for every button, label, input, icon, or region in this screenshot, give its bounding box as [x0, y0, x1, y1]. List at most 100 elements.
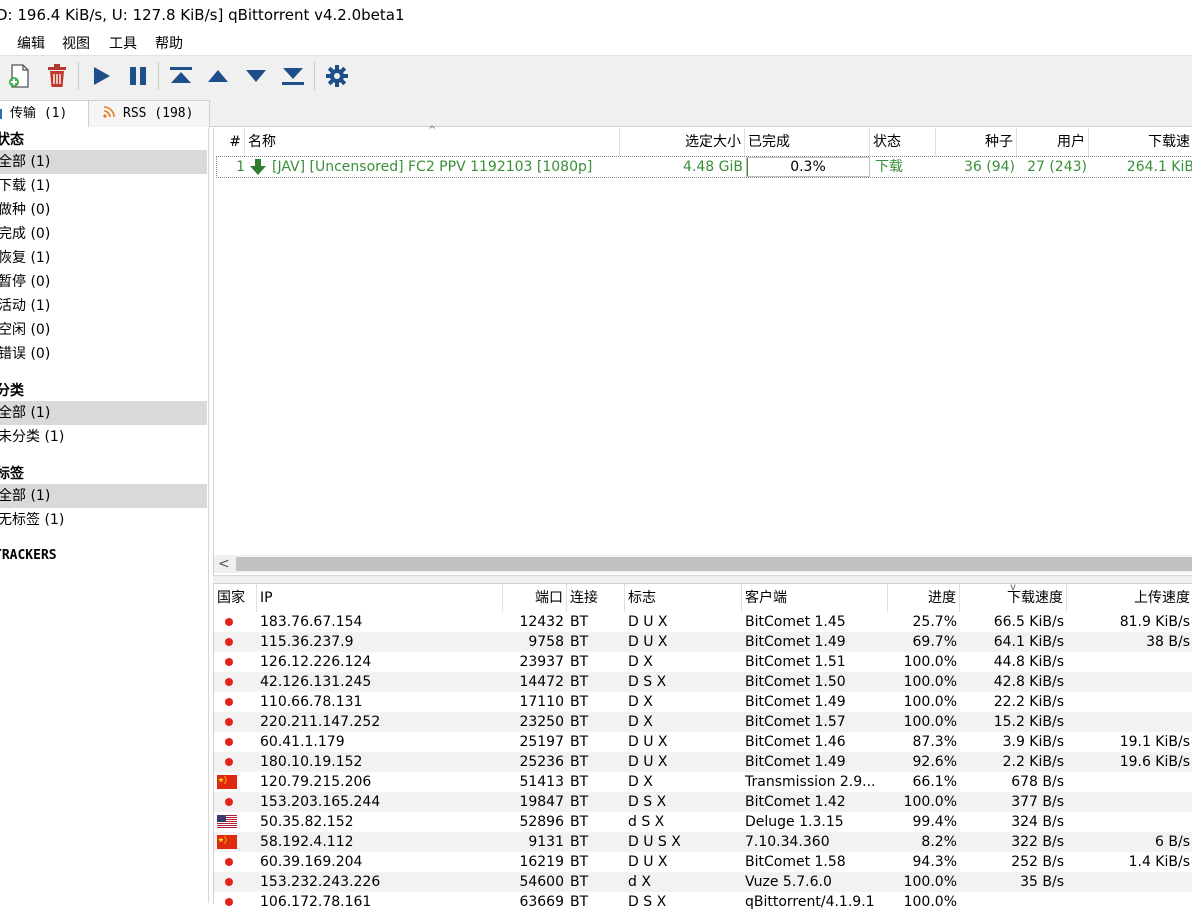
move-bottom-icon[interactable]: [279, 62, 307, 90]
peer-ip: 60.41.1.179: [260, 734, 345, 750]
options-gear-icon[interactable]: [323, 62, 351, 90]
peer-row[interactable]: 110.66.78.131 17110 BT D X BitComet 1.49 100.…: [214, 692, 1192, 712]
peer-connection: BT: [570, 794, 589, 810]
peer-row[interactable]: 42.126.131.245 14472 BT D S X BitComet 1.50 1…: [214, 672, 1192, 692]
column-header-port[interactable]: 端口: [503, 584, 567, 612]
peer-progress: 8.2%: [921, 834, 957, 850]
peer-progress: 100.0%: [903, 894, 957, 910]
peer-row[interactable]: 60.39.169.204 16219 BT D U X BitComet 1.58 94…: [214, 852, 1192, 872]
column-header-size[interactable]: 选定大小: [620, 128, 745, 156]
peer-row[interactable]: 58.192.4.112 9131 BT D U S X 7.10.34.360 8.2%…: [214, 832, 1192, 852]
peers-panel: 国家 IP 端口 连接 标志 客户端 进度 v 下载速度 上传速度 183.76…: [213, 582, 1192, 910]
peer-upload-speed: [1067, 652, 1192, 672]
peer-client: BitComet 1.51: [745, 654, 846, 670]
status-filter-active[interactable]: 活动 (1): [0, 294, 207, 318]
peer-row[interactable]: 126.12.226.124 23937 BT D X BitComet 1.51 100…: [214, 652, 1192, 672]
peer-port: 23937: [519, 654, 564, 670]
peer-row[interactable]: 115.36.237.9 9758 BT D U X BitComet 1.49 69.7…: [214, 632, 1192, 652]
column-header-connection[interactable]: 连接: [567, 584, 625, 612]
peer-download-speed: 2.2 KiB/s: [1002, 754, 1064, 770]
peer-ip: 60.39.169.204: [260, 854, 363, 870]
column-header-ip[interactable]: IP: [257, 584, 503, 612]
scroll-left-icon[interactable]: <: [218, 555, 230, 573]
status-filter-completed[interactable]: 完成 (0): [0, 222, 207, 246]
resume-icon[interactable]: [87, 62, 115, 90]
downloading-arrow-icon: [250, 159, 266, 175]
menu-bar: ‖ 编辑 视图 工具 帮助: [0, 30, 1192, 54]
peer-row[interactable]: 183.76.67.154 12432 BT D U X BitComet 1.45 25…: [214, 612, 1192, 632]
column-header-flags[interactable]: 标志: [625, 584, 742, 612]
horizontal-scrollbar[interactable]: <: [214, 555, 1192, 573]
peer-download-speed: 324 B/s: [1011, 814, 1064, 830]
column-header-number[interactable]: #: [214, 128, 245, 156]
peer-row[interactable]: 153.203.165.244 19847 BT D S X BitComet 1.42…: [214, 792, 1192, 812]
tag-filter-all[interactable]: 全部 (1): [0, 484, 207, 508]
peer-download-speed: 252 B/s: [1011, 854, 1064, 870]
column-header-download-speed[interactable]: 下载速: [1089, 128, 1192, 156]
column-header-status[interactable]: 状态: [870, 128, 936, 156]
peer-client: BitComet 1.42: [745, 794, 846, 810]
menu-help[interactable]: 帮助: [155, 33, 183, 53]
add-torrent-file-icon[interactable]: [6, 62, 34, 90]
status-filter-seeding[interactable]: 做种 (0): [0, 198, 207, 222]
move-top-icon[interactable]: [167, 62, 195, 90]
pause-icon[interactable]: [124, 62, 152, 90]
torrent-row[interactable]: 1 [JAV] [Uncensored] FC2 PPV 1192103 [10…: [216, 156, 1192, 178]
status-filter-inactive[interactable]: 空闲 (0): [0, 318, 207, 342]
peer-row[interactable]: 106.172.78.161 63669 BT D S X qBittorrent/4.…: [214, 892, 1192, 912]
peer-ip: 58.192.4.112: [260, 834, 354, 850]
status-filter-resumed[interactable]: 恢复 (1): [0, 246, 207, 270]
peer-connection: BT: [570, 734, 589, 750]
column-header-peer-download-speed[interactable]: 下载速度: [960, 584, 1067, 612]
toolbar: [0, 55, 1192, 97]
trackers-heading[interactable]: TRACKERS: [0, 548, 57, 563]
peer-row[interactable]: 120.79.215.206 51413 BT D X Transmission 2.9…: [214, 772, 1192, 792]
peer-upload-speed: [1067, 712, 1192, 732]
peer-port: 9131: [528, 834, 564, 850]
status-filter-errored[interactable]: 错误 (0): [0, 342, 207, 366]
peer-port: 54600: [519, 874, 564, 890]
move-down-icon[interactable]: [242, 62, 270, 90]
country-unknown-flag-icon: [225, 798, 233, 806]
torrent-progress-text: 0.3%: [790, 159, 826, 175]
column-header-peer-progress[interactable]: 进度: [888, 584, 960, 612]
tag-filter-untagged[interactable]: 无标签 (1): [0, 508, 207, 532]
peer-row[interactable]: 153.232.243.226 54600 BT d X Vuze 5.7.6.0 100…: [214, 872, 1192, 892]
move-up-icon[interactable]: [204, 62, 232, 90]
status-filter-all[interactable]: 全部 (1): [0, 150, 207, 174]
peer-row[interactable]: 60.41.1.179 25197 BT D U X BitComet 1.46 87.3…: [214, 732, 1192, 752]
column-header-seeds[interactable]: 种子: [936, 128, 1017, 156]
peer-client: BitComet 1.49: [745, 694, 846, 710]
column-header-peer-upload-speed[interactable]: 上传速度: [1067, 584, 1192, 612]
tab-rss[interactable]: RSS (198): [88, 100, 210, 127]
menu-tools[interactable]: 工具: [109, 33, 137, 53]
status-filter-downloading[interactable]: 下载 (1): [0, 174, 207, 198]
category-filter-all[interactable]: 全部 (1): [0, 401, 207, 425]
peer-client: BitComet 1.46: [745, 734, 846, 750]
peer-connection: BT: [570, 774, 589, 790]
status-filter-paused[interactable]: 暂停 (0): [0, 270, 207, 294]
column-header-progress[interactable]: 已完成: [745, 128, 870, 156]
delete-icon[interactable]: [43, 62, 71, 90]
torrent-number: 1: [236, 159, 245, 175]
peer-progress: 100.0%: [903, 674, 957, 690]
peer-row[interactable]: 220.211.147.252 23250 BT D X BitComet 1.57 10…: [214, 712, 1192, 732]
menu-edit[interactable]: 编辑: [17, 33, 45, 53]
peer-flags: D U S X: [628, 834, 681, 850]
menu-file-partial[interactable]: ‖: [0, 33, 1, 49]
peer-port: 23250: [519, 714, 564, 730]
category-filter-uncategorized[interactable]: 未分类 (1): [0, 425, 207, 449]
menu-view[interactable]: 视图: [62, 33, 90, 53]
peer-row[interactable]: 50.35.82.152 52896 BT d S X Deluge 1.3.15 99.…: [214, 812, 1192, 832]
peer-flags: D U X: [628, 754, 668, 770]
tab-transfers[interactable]: 传输 (1): [0, 100, 89, 128]
column-header-country[interactable]: 国家: [214, 584, 257, 612]
scrollbar-thumb[interactable]: [236, 557, 1192, 571]
peer-client: BitComet 1.50: [745, 674, 846, 690]
column-header-peers[interactable]: 用户: [1017, 128, 1089, 156]
column-header-client[interactable]: 客户端: [742, 584, 888, 612]
peer-row[interactable]: 180.10.19.152 25236 BT D U X BitComet 1.49 92…: [214, 752, 1192, 772]
country-unknown-flag-icon: [225, 658, 233, 666]
peer-port: 52896: [519, 814, 564, 830]
torrent-download-speed: 264.1 KiB: [1126, 159, 1192, 175]
